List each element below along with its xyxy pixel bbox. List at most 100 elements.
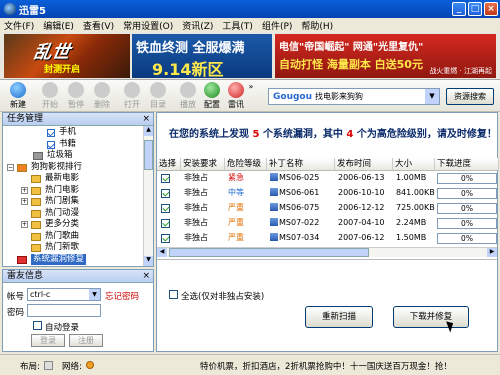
gougou-icon [17,163,27,172]
tree-item-new-songs[interactable]: 热门新歌 [3,242,153,254]
table-row[interactable]: 非独占 中等 MS06-061 2006-10-10 841.00KB 0% [157,186,499,201]
title-bar[interactable]: 迅雷5 _ □ × [0,0,500,18]
auto-login-checkbox[interactable] [33,321,42,330]
resource-search-button[interactable]: 资源搜索 [446,88,494,105]
checkbox-icon[interactable] [47,129,55,137]
row-select-cell[interactable] [157,216,181,231]
login-button[interactable]: 登录 [31,334,65,347]
banner-mid-line1: 铁血终测 全服爆满 [136,41,245,56]
row-select-cell[interactable] [157,231,181,246]
scroll-thumb[interactable] [144,140,153,170]
banner-mid-ad[interactable]: 铁血终测 全服爆满 9.14新区 [132,34,272,79]
download-fix-button[interactable]: 下载并修复 [393,306,469,328]
row-select-cell[interactable] [157,201,181,216]
row-select-cell[interactable] [157,171,181,186]
layout-icon[interactable] [44,361,53,370]
menu-plugins[interactable]: 组件(P) [262,19,292,32]
row-checkbox[interactable] [161,174,170,183]
tree-item-hot-movies[interactable]: + 热门电影 [3,185,153,197]
close-button[interactable]: × [484,2,498,16]
search-combo[interactable]: Gougou 找电影来狗狗 ▼ [268,88,440,105]
tree-item-hot-series[interactable]: + 热门剧集 [3,196,153,208]
minimize-button[interactable]: _ [452,2,466,16]
menu-help[interactable]: 帮助(H) [301,19,333,32]
scroll-thumb[interactable] [169,248,369,257]
scroll-right-icon[interactable]: ▶ [487,248,497,257]
layout-label[interactable]: 布局: [20,360,40,372]
select-all-checkbox[interactable] [169,290,178,299]
forgot-password-link[interactable]: 忘记密码 [105,290,139,302]
account-field[interactable]: ctrl-c ▼ [27,288,101,301]
menu-settings[interactable]: 常用设置(O) [123,19,173,32]
status-ad-text[interactable]: 特价机票，折扣酒店，2折机票抢购中！十一国庆送百万现金！抢！ [200,360,452,372]
col-release-date[interactable]: 发布时间 [335,158,393,170]
tree-item-books[interactable]: 书籍 [3,139,153,151]
expand-icon[interactable]: + [21,198,28,205]
config-button[interactable]: 配置 [202,82,222,110]
table-row[interactable]: 非独占 严重 MS07-034 2007-06-12 1.50MB 0% [157,231,499,246]
start-button[interactable]: 开始 [40,82,60,110]
play-media-button[interactable]: 播放 [178,82,198,110]
password-field[interactable] [27,304,101,317]
checkbox-icon[interactable] [47,140,55,149]
close-icon[interactable]: × [142,113,150,125]
tree-item-latest-movies[interactable]: 最新电影 [3,173,153,185]
row-checkbox[interactable] [161,204,170,213]
col-danger-level[interactable]: 危险等级 [225,158,267,170]
table-row[interactable]: 非独占 严重 MS06-075 2006-12-12 725.00KB 0% [157,201,499,216]
scroll-up-icon[interactable]: ▲ [144,126,153,136]
row-checkbox[interactable] [161,189,170,198]
col-progress[interactable]: 下载进度 [435,158,499,170]
row-checkbox[interactable] [161,219,170,228]
chevron-down-icon[interactable]: ▼ [425,89,439,104]
col-size[interactable]: 大小 [393,158,435,170]
patch-icon [270,218,278,226]
toolbar-more-button[interactable]: » [246,82,256,91]
directory-button[interactable]: 目录 [148,82,168,110]
open-button[interactable]: 打开 [122,82,142,110]
tree-item-trash[interactable]: 垃圾箱 [3,150,153,162]
maximize-button[interactable]: □ [468,2,482,16]
ad-banner[interactable]: 乱世 封测开启 铁血终测 全服爆满 9.14新区 电信"帝国崛起" 网通"光里复… [0,32,500,80]
close-icon[interactable]: × [142,270,150,282]
col-patch-name[interactable]: 补丁名称 [267,158,335,170]
tree-item-hot-anime[interactable]: 热门动漫 [3,208,153,220]
table-row[interactable]: 非独占 紧急 MS06-025 2006-06-13 1.00MB 0% [157,171,499,186]
expand-icon[interactable]: + [21,221,28,228]
collapse-icon[interactable]: − [7,163,14,171]
expand-icon[interactable]: + [21,186,28,194]
row-select-cell[interactable] [157,186,181,201]
tree-item-gougou-rank[interactable]: − 狗狗影视排行 [3,162,153,174]
scroll-down-icon[interactable]: ▼ [144,256,153,266]
menu-news[interactable]: 资讯(Z) [182,19,213,32]
rescan-button[interactable]: 重新扫描 [305,306,373,328]
scroll-left-icon[interactable]: ◀ [157,248,167,257]
tree-label: 书籍 [59,138,77,149]
chevron-down-icon[interactable]: ▼ [89,289,100,300]
menu-edit[interactable]: 编辑(E) [43,19,74,32]
col-install-req[interactable]: 安装要求 [181,158,225,170]
table-row[interactable]: 非独占 严重 MS07-022 2007-04-10 2.24MB 0% [157,216,499,231]
col-select[interactable]: 选择 [157,158,181,170]
chat-icon [228,82,244,98]
menu-view[interactable]: 查看(V) [83,19,114,32]
menu-tools[interactable]: 工具(T) [222,19,253,32]
tree-item-system-patch[interactable]: 系统漏洞修复 [3,253,153,266]
table-h-scrollbar[interactable]: ◀ ▶ [157,247,497,257]
banner-game-ad[interactable]: 乱世 封测开启 [4,34,130,78]
tree-item-phone[interactable]: 手机 [3,127,153,139]
thunder-logo-icon [4,3,16,15]
leixun-button[interactable]: 雷讯 [226,82,246,110]
row-checkbox[interactable] [161,234,170,243]
delete-button[interactable]: 删除 [92,82,112,110]
task-scrollbar[interactable]: ▲ ▼ [143,126,153,266]
menu-file[interactable]: 文件(F) [4,19,34,32]
new-button[interactable]: 新建 [8,82,28,110]
tree-item-hot-songs[interactable]: 热门歌曲 [3,231,153,243]
banner-right-ad[interactable]: 电信"帝国崛起" 网通"光里复仇" 自动打怪 海量副本 白送50元 战火重燃 ·… [275,34,496,78]
tree-item-more-categories[interactable]: + 更多分类 [3,219,153,231]
register-button[interactable]: 注册 [69,334,103,347]
patch-icon [270,173,278,181]
row-size: 2.24MB [396,218,427,227]
pause-button[interactable]: 暂停 [66,82,86,110]
